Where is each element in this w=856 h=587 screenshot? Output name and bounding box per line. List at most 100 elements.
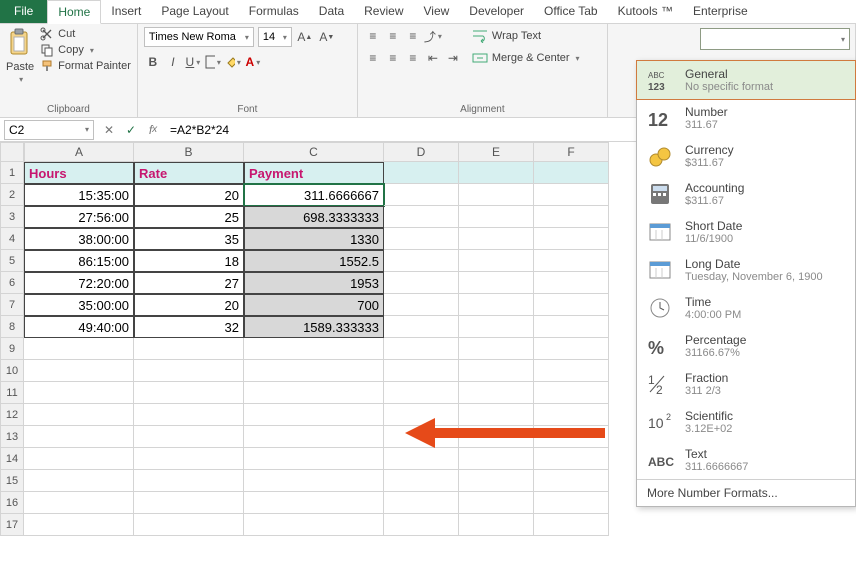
cell-D4[interactable]	[384, 228, 459, 250]
col-head-D[interactable]: D	[384, 142, 459, 162]
row-head-13[interactable]: 13	[0, 426, 24, 448]
increase-font-button[interactable]: A▲	[296, 28, 314, 46]
row-head-10[interactable]: 10	[0, 360, 24, 382]
fx-button[interactable]: fx	[142, 119, 164, 141]
cell-C11[interactable]	[244, 382, 384, 404]
format-painter-button[interactable]: Format Painter	[40, 59, 131, 73]
enter-formula-button[interactable]: ✓	[120, 119, 142, 141]
cell-A12[interactable]	[24, 404, 134, 426]
cell-A14[interactable]	[24, 448, 134, 470]
cell-B8[interactable]: 32	[134, 316, 244, 338]
cell-F17[interactable]	[534, 514, 609, 536]
cell-E15[interactable]	[459, 470, 534, 492]
row-head-17[interactable]: 17	[0, 514, 24, 536]
cell-B16[interactable]	[134, 492, 244, 514]
cell-B4[interactable]: 35	[134, 228, 244, 250]
align-top-button[interactable]: ≡	[364, 27, 382, 45]
row-head-15[interactable]: 15	[0, 470, 24, 492]
cell-D14[interactable]	[384, 448, 459, 470]
tab-insert[interactable]: Insert	[101, 0, 151, 23]
decrease-font-button[interactable]: A▼	[318, 28, 336, 46]
row-head-8[interactable]: 8	[0, 316, 24, 338]
cell-E7[interactable]	[459, 294, 534, 316]
cell-E14[interactable]	[459, 448, 534, 470]
paste-button[interactable]: Paste ▾	[6, 27, 34, 102]
cell-B1[interactable]: Rate	[134, 162, 244, 184]
nf-item-fraction[interactable]: 12 Fraction311 2/3	[637, 365, 855, 403]
cell-D8[interactable]	[384, 316, 459, 338]
cut-button[interactable]: Cut	[40, 27, 131, 41]
font-size-select[interactable]: 14▾	[258, 27, 292, 47]
col-head-E[interactable]: E	[459, 142, 534, 162]
row-head-5[interactable]: 5	[0, 250, 24, 272]
cell-C4[interactable]: 1330	[244, 228, 384, 250]
copy-button[interactable]: Copy▾	[40, 43, 131, 57]
cell-E11[interactable]	[459, 382, 534, 404]
cell-A13[interactable]	[24, 426, 134, 448]
align-middle-button[interactable]: ≡	[384, 27, 402, 45]
font-color-button[interactable]: A▾	[244, 53, 262, 71]
number-format-select[interactable]: ▾	[700, 28, 850, 50]
cell-D10[interactable]	[384, 360, 459, 382]
tab-home[interactable]: Home	[47, 0, 101, 24]
file-tab[interactable]: File	[0, 0, 47, 23]
decrease-indent-button[interactable]: ⇤	[424, 49, 442, 67]
cell-A2[interactable]: 15:35:00	[24, 184, 134, 206]
cell-A3[interactable]: 27:56:00	[24, 206, 134, 228]
row-head-11[interactable]: 11	[0, 382, 24, 404]
cell-B9[interactable]	[134, 338, 244, 360]
font-name-select[interactable]: Times New Roma▾	[144, 27, 254, 47]
cell-C9[interactable]	[244, 338, 384, 360]
row-head-9[interactable]: 9	[0, 338, 24, 360]
row-head-16[interactable]: 16	[0, 492, 24, 514]
cell-F3[interactable]	[534, 206, 609, 228]
cell-E17[interactable]	[459, 514, 534, 536]
nf-item-currency[interactable]: Currency$311.67	[637, 137, 855, 175]
col-head-F[interactable]: F	[534, 142, 609, 162]
cell-A1[interactable]: Hours	[24, 162, 134, 184]
cell-B13[interactable]	[134, 426, 244, 448]
align-right-button[interactable]: ≡	[404, 49, 422, 67]
cell-C16[interactable]	[244, 492, 384, 514]
nf-item-text[interactable]: ABC Text311.6666667	[637, 441, 855, 479]
nf-item-longdate[interactable]: Long DateTuesday, November 6, 1900	[637, 251, 855, 289]
cell-D6[interactable]	[384, 272, 459, 294]
cell-E1[interactable]	[459, 162, 534, 184]
cell-F4[interactable]	[534, 228, 609, 250]
tab-review[interactable]: Review	[354, 0, 413, 23]
cell-F1[interactable]	[534, 162, 609, 184]
name-box[interactable]: C2▾	[4, 120, 94, 140]
select-all-corner[interactable]	[0, 142, 24, 162]
cell-A17[interactable]	[24, 514, 134, 536]
cell-A11[interactable]	[24, 382, 134, 404]
col-head-B[interactable]: B	[134, 142, 244, 162]
cell-C7[interactable]: 700	[244, 294, 384, 316]
cell-D15[interactable]	[384, 470, 459, 492]
cell-E8[interactable]	[459, 316, 534, 338]
cell-C1[interactable]: Payment	[244, 162, 384, 184]
tab-kutools[interactable]: Kutools ™	[608, 0, 683, 23]
cell-D16[interactable]	[384, 492, 459, 514]
cell-C6[interactable]: 1953	[244, 272, 384, 294]
cell-F5[interactable]	[534, 250, 609, 272]
row-head-14[interactable]: 14	[0, 448, 24, 470]
nf-item-general[interactable]: ABC123 GeneralNo specific format	[636, 60, 856, 100]
tab-officetab[interactable]: Office Tab	[534, 0, 608, 23]
cell-C3[interactable]: 698.3333333	[244, 206, 384, 228]
cell-E4[interactable]	[459, 228, 534, 250]
cell-B17[interactable]	[134, 514, 244, 536]
cell-F6[interactable]	[534, 272, 609, 294]
tab-developer[interactable]: Developer	[459, 0, 534, 23]
cell-E3[interactable]	[459, 206, 534, 228]
tab-view[interactable]: View	[414, 0, 460, 23]
cell-B15[interactable]	[134, 470, 244, 492]
tab-data[interactable]: Data	[309, 0, 354, 23]
tab-pagelayout[interactable]: Page Layout	[151, 0, 238, 23]
cell-A16[interactable]	[24, 492, 134, 514]
cell-F14[interactable]	[534, 448, 609, 470]
col-head-C[interactable]: C	[244, 142, 384, 162]
align-bottom-button[interactable]: ≡	[404, 27, 422, 45]
cell-C10[interactable]	[244, 360, 384, 382]
row-head-6[interactable]: 6	[0, 272, 24, 294]
cancel-formula-button[interactable]: ✕	[98, 119, 120, 141]
